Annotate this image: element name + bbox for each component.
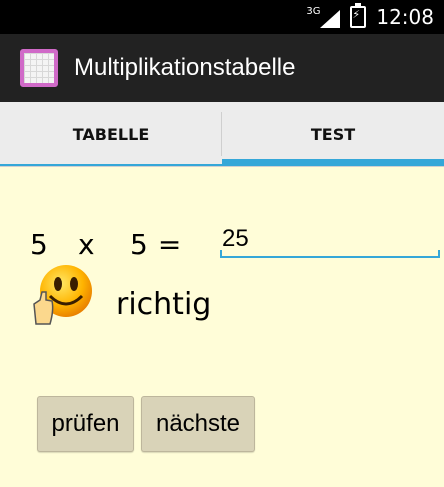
signal-icon: 3G — [306, 6, 341, 28]
answer-input-underline — [220, 250, 440, 258]
operator: x — [78, 228, 95, 261]
tab-tabelle-label: TABELLE — [72, 124, 150, 144]
next-button[interactable]: nächste — [141, 396, 255, 452]
result-text: richtig — [116, 287, 212, 322]
tab-tabelle-underline — [0, 164, 222, 166]
check-button[interactable]: prüfen — [37, 396, 134, 452]
equals-sign: = — [157, 228, 182, 261]
thumbs-up-smiley-icon — [33, 265, 92, 325]
tab-test-label: TEST — [310, 124, 356, 144]
battery-charging-icon — [350, 3, 367, 28]
tab-tabelle[interactable]: TABELLE — [0, 102, 222, 166]
factor-b: 5 — [130, 228, 148, 261]
app-icon — [20, 49, 58, 87]
factor-a: 5 — [30, 228, 48, 261]
tab-test-selected-indicator — [222, 159, 444, 166]
tab-test[interactable]: TEST — [222, 102, 444, 166]
status-icons: 3G 12:08 — [306, 3, 434, 29]
answer-input[interactable] — [220, 218, 442, 260]
action-bar: Multiplikationstabelle — [0, 34, 444, 102]
tab-bar: TABELLE TEST — [0, 102, 444, 167]
network-type: 3G — [306, 6, 321, 17]
status-time: 12:08 — [376, 5, 434, 29]
app-title: Multiplikationstabelle — [74, 54, 296, 81]
status-bar: 3G 12:08 — [0, 0, 444, 34]
question: 5 x 5 = — [30, 228, 181, 261]
